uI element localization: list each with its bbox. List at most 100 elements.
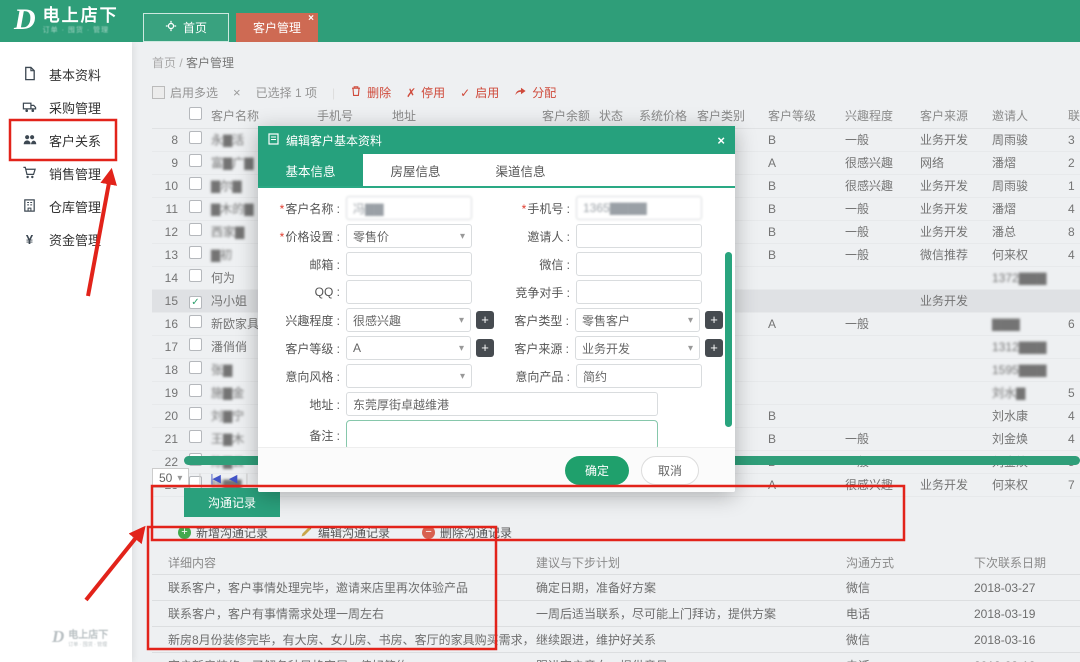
row-checkbox[interactable] [189,223,202,236]
interest-level-select[interactable]: 很感兴趣▾ [346,308,471,332]
qq-field[interactable] [346,280,472,304]
table-toolbar: 启用多选 × 已选择 1 项 | 删除 ✗ 停用 ✓ 启用 分配 [132,71,1080,101]
row-checkbox[interactable] [189,384,202,397]
customer-grade-select[interactable]: A▾ [346,336,471,360]
first-page-button[interactable]: |◀ [211,472,220,485]
row-checkbox[interactable] [189,154,202,167]
email-field[interactable] [346,252,472,276]
row-checkbox[interactable] [189,246,202,259]
add-grade-option-button[interactable]: + [476,339,494,357]
remark-field[interactable] [346,420,658,450]
col-phone: 手机号 [316,102,391,129]
sidebar-item-basic-data[interactable]: 基本资料 [0,58,132,91]
row-checkbox[interactable] [189,338,202,351]
comm-row[interactable]: 联系客户，客户事情处理完毕，邀请来店里再次体验产品确定日期，准备好方案微信201… [152,575,1080,601]
disable-button[interactable]: ✗ 停用 [406,84,445,101]
warehouse-icon [22,198,37,216]
select-all-checkbox[interactable] [189,107,202,120]
comm-row[interactable]: 联系客户，客户有事情需求处理一周左右一周后适当联系，尽可能上门拜访，提供方案电话… [152,601,1080,627]
row-checkbox[interactable] [189,200,202,213]
sidebar-item-sales[interactable]: 销售管理 [0,157,132,190]
intent-style-select[interactable]: ▾ [346,364,472,388]
row-checkbox[interactable] [189,315,202,328]
modal-header: 编辑客户基本资料 × [258,126,735,154]
assign-button[interactable]: 分配 [514,84,556,101]
modal-close-icon[interactable]: × [717,133,725,148]
tab-customer-management[interactable]: 客户管理 × [236,13,318,42]
breadcrumb: 首页 / 客户管理 [132,42,1080,71]
page-size-select[interactable]: 50 ▾ [152,468,189,488]
col-balance: 客户余额 [541,102,598,129]
qq-label: QQ : [270,285,346,299]
add-record-button[interactable]: + 新增沟通记录 [178,524,268,541]
clear-selection-icon[interactable]: × [233,85,241,100]
comm-row[interactable]: 新房8月份装修完毕，有大房、女儿房、书房、客厅的家具购买需求，确定简约风继续跟进… [152,627,1080,653]
row-checkbox[interactable] [189,177,202,190]
modal-body: *客户名称 : *手机号 : *价格设置 : 零售价▾ 邀请人 : 邮箱 : 微… [258,188,735,450]
wechat-field[interactable] [576,252,702,276]
tab-home[interactable]: 首页 [143,13,229,42]
interest-level-label: 兴趣程度 : [270,312,346,329]
inviter-field[interactable] [576,224,702,248]
address-field[interactable] [346,392,658,416]
col-grade: 客户等级 [767,102,844,129]
chevron-down-icon: ▾ [459,343,464,354]
tab-house-info[interactable]: 房屋信息 [363,154,468,186]
breadcrumb-home[interactable]: 首页 [152,56,176,70]
sidebar-item-funds[interactable]: ¥ 资金管理 [0,223,132,256]
delete-record-button[interactable]: − 删除沟通记录 [422,524,512,541]
multi-select-icon [152,86,165,99]
row-checkbox-checked[interactable]: ✓ [189,296,202,309]
file-icon [22,66,37,84]
competitor-field[interactable] [576,280,702,304]
yen-icon: ¥ [22,232,37,247]
close-tab-icon[interactable]: × [308,14,314,24]
add-type-option-button[interactable]: + [705,311,723,329]
phone-field[interactable] [576,196,702,220]
comm-row[interactable]: 客户新房装修，了解各种风格家居，偏好简约跟进客户意向，提供意见电话2018-03… [152,653,1080,662]
tab-basic-info[interactable]: 基本信息 [258,154,363,186]
customer-name-field[interactable] [346,196,472,220]
customer-type-select[interactable]: 零售客户▾ [575,308,700,332]
sidebar-watermark-logo: D 电上店下 订单 · 囤货 · 管理 [52,628,108,648]
multi-select-toggle[interactable]: 启用多选 [152,84,218,101]
price-setting-select[interactable]: 零售价▾ [346,224,472,248]
col-sys-price: 系统价格 [638,102,696,129]
edit-record-button[interactable]: 编辑沟通记录 [300,524,390,541]
row-checkbox[interactable] [189,407,202,420]
prev-page-button[interactable]: ◀ [229,472,236,485]
row-checkbox[interactable] [189,430,202,443]
modal-footer: 确定 取消 [258,447,735,492]
col-next-date: 下次联系日期 [973,550,1080,575]
customer-name-label: *客户名称 : [270,200,346,217]
modal-scrollbar[interactable] [725,252,732,427]
app-window: D 电上店下 订单 · 囤货 · 管理 首页 客户管理 × 基本资料 [0,0,1080,662]
sidebar-item-customer-relations[interactable]: 客户关系 [0,124,132,157]
intent-product-field[interactable] [576,364,702,388]
delete-button[interactable]: 删除 [350,84,391,101]
price-setting-label: *价格设置 : [270,228,346,245]
check-icon: ✓ [460,86,470,100]
chevron-down-icon: ▾ [688,315,693,326]
row-checkbox[interactable] [189,361,202,374]
row-checkbox[interactable] [189,131,202,144]
modal-title: 编辑客户基本资料 [286,132,382,149]
customer-source-label: 客户来源 : [508,340,575,357]
enable-button[interactable]: ✓ 启用 [460,84,499,101]
confirm-button[interactable]: 确定 [565,456,629,485]
tab-communication-records[interactable]: 沟通记录 [184,488,280,517]
col-category: 客户类别 [696,102,767,129]
users-icon [22,132,37,150]
row-checkbox[interactable] [189,269,202,282]
customer-source-select[interactable]: 业务开发▾ [575,336,700,360]
cancel-button[interactable]: 取消 [641,456,699,485]
add-source-option-button[interactable]: + [705,339,723,357]
sidebar-item-purchase[interactable]: 采购管理 [0,91,132,124]
truck-icon [22,99,37,117]
communication-section: 沟通记录 + 新增沟通记录 编辑沟通记录 − 删除沟通记录 [152,488,1080,662]
app-title: 电上店下 [43,7,119,25]
breadcrumb-current: 客户管理 [186,56,234,70]
add-interest-option-button[interactable]: + [476,311,494,329]
tab-channel-info[interactable]: 渠道信息 [468,154,573,186]
sidebar-item-warehouse[interactable]: 仓库管理 [0,190,132,223]
